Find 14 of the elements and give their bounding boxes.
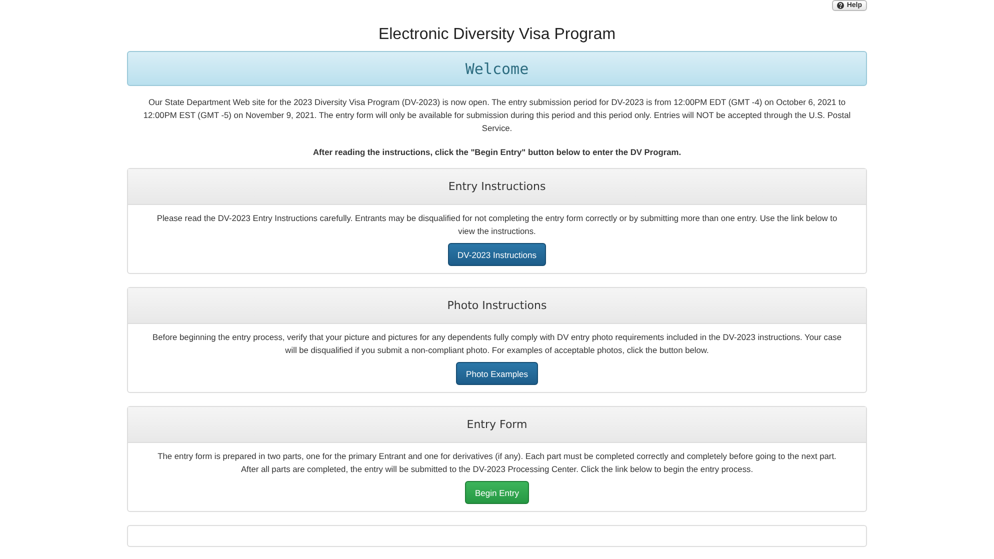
action-button[interactable]: Begin Entry — [465, 481, 529, 504]
instruction-text: After reading the instructions, click the "Begin Entry" button below to enter the DV Program. — [312, 147, 682, 157]
action-button[interactable]: DV-2023 Instructions — [448, 243, 546, 266]
panel-heading: Entry Form — [128, 407, 866, 443]
action-button[interactable]: Photo Examples — [456, 362, 538, 385]
help-icon — [836, 2, 844, 9]
panel-heading: Photo Instructions — [128, 288, 866, 324]
panel-text: The entry form is prepared in two parts, one for the primary Entrant and one for derivatives (if any). Each part must be completed correctly and completely before going to the next part. After all parts are completed, the entry will be submitted to the DV-2023 Processing Center. Click the link below to begin the entry process. — [156, 450, 838, 476]
panel-text: Please read the DV-2023 Entry Instructions carefully. Entrants may be disqualified for not completing the entry form correctly or by submitting more than one entry. Use the link below to view the instructions. — [156, 212, 838, 238]
page-title: Electronic Diversity Visa Program — [377, 26, 617, 44]
welcome-banner: Welcome — [127, 51, 867, 86]
panel-heading: Entry Instructions — [128, 169, 866, 205]
panel-text: Before beginning the entry process, verify that your picture and pictures for any dependents fully comply with DV entry photo requirements included in the DV-2023 instructions. Your case will be disqualified if you submit a non-compliant photo. For examples of acceptable photos, click the button below. — [152, 331, 842, 357]
intro-text: Our State Department Web site for the 2023 Diversity Visa Program (DV-2023) is now open. The entry submission period for DV-2023 is from 12:00PM EDT (GMT -4) on October 6, 2021 to 12:00PM EST (GMT -5) on November 9, 2021. The entry form will only be available for submission during this period and this period only. Entries will NOT be accepted through the U.S. Postal Service. — [142, 96, 852, 135]
